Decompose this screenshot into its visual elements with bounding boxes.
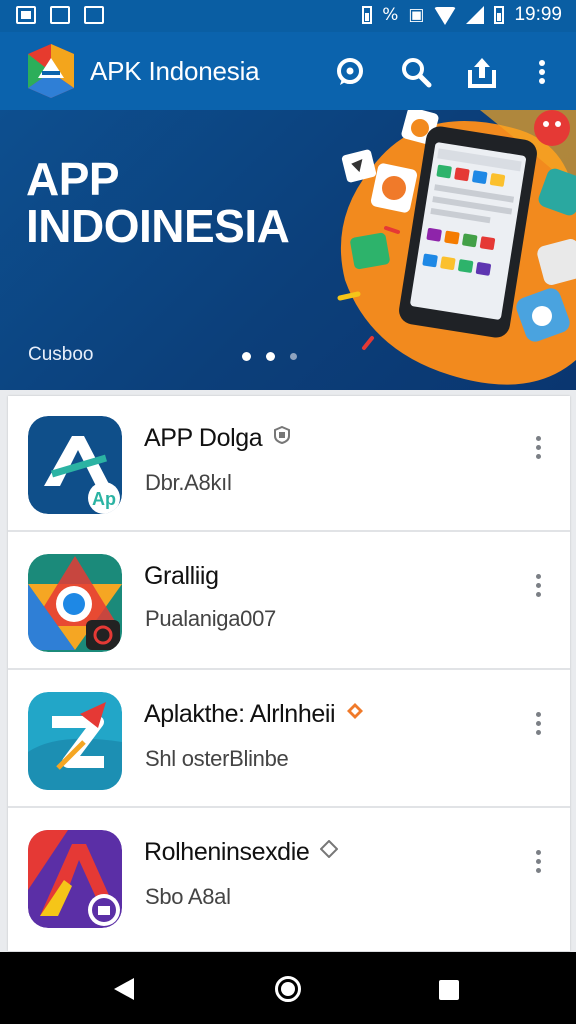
list-item[interactable]: Aplakthe: Alrlnheii Shl osterBlinbe — [8, 672, 570, 808]
app-name-text: Rolheninsexdie — [144, 838, 310, 866]
home-icon[interactable] — [275, 976, 301, 1002]
carousel-dot-1[interactable] — [242, 352, 251, 361]
banner-title-line1: APP — [26, 153, 120, 205]
app-icon: Ap — [28, 416, 122, 514]
more-vert-icon[interactable] — [526, 432, 550, 472]
list-item[interactable]: Gralliig Pualaniga007 — [8, 534, 570, 670]
app-name: Rolheninsexdie — [144, 838, 338, 867]
app-icon — [28, 692, 122, 790]
banner-caption: Cusboo — [28, 344, 94, 365]
app-name-text: Aplakthe: Alrlnheii — [144, 700, 336, 728]
status-bar: % ▣ 19:99 — [0, 0, 576, 32]
screen-notification-icon — [84, 6, 104, 24]
system-nav-bar — [0, 952, 576, 1024]
share-icon[interactable] — [462, 52, 502, 92]
app-subtitle: Shl osterBlinbe — [145, 746, 289, 771]
svg-text:Ap: Ap — [92, 489, 116, 509]
more-vert-icon[interactable] — [526, 846, 550, 886]
diamond-outline-badge-icon — [319, 840, 338, 858]
app-bar: APK Indonesia — [0, 32, 576, 110]
sim-icon — [362, 6, 373, 24]
notification-icons — [16, 6, 104, 24]
camera-notification-icon — [50, 6, 70, 24]
image-notification-icon — [16, 6, 36, 24]
back-icon[interactable] — [114, 978, 134, 1000]
app-title: APK Indonesia — [90, 56, 260, 86]
more-vert-icon[interactable] — [522, 52, 562, 92]
banner-title: APP INDOINESIA — [26, 153, 290, 252]
battery-icon — [494, 6, 505, 24]
apk-indonesia-logo — [28, 44, 74, 98]
phone-illustration — [337, 110, 576, 385]
more-vert-icon[interactable] — [526, 570, 550, 610]
list-item[interactable]: Ap APP Dolga Dbr.A8kıl — [8, 396, 570, 532]
chat-icon[interactable] — [330, 52, 370, 92]
promo-banner[interactable]: APP INDOINESIA Cusboo — [0, 110, 576, 390]
app-name: Gralliig — [144, 562, 219, 590]
app-name: Aplakthe: Alrlnheii — [144, 700, 364, 729]
screen: % ▣ 19:99 APK Indonesia APP INDOINESIA C… — [0, 0, 576, 1024]
app-name: APP Dolga — [144, 424, 291, 453]
percent-icon: % — [382, 5, 399, 25]
search-icon[interactable] — [396, 52, 436, 92]
app-subtitle: Dbr.A8kıl — [145, 470, 232, 495]
system-status: % ▣ 19:99 — [362, 4, 562, 26]
carousel-dot-3[interactable] — [290, 353, 297, 360]
carousel-indicator[interactable] — [242, 352, 297, 361]
app-list: Ap APP Dolga Dbr.A8kıl Gralliig Pualanig… — [8, 396, 570, 951]
wifi-icon — [434, 7, 457, 25]
app-subtitle: Sbo A8al — [145, 884, 231, 909]
recent-apps-icon[interactable] — [439, 980, 459, 1000]
cell-signal-icon — [466, 6, 485, 24]
app-subtitle: Pualaniga007 — [145, 606, 276, 631]
app-name-text: APP Dolga — [144, 424, 263, 452]
carousel-dot-2[interactable] — [266, 352, 275, 361]
app-icon — [28, 830, 122, 928]
clock: 19:99 — [514, 4, 562, 25]
diamond-badge-icon — [346, 703, 363, 719]
list-item[interactable]: Rolheninsexdie Sbo A8al — [8, 810, 570, 946]
more-vert-icon[interactable] — [526, 708, 550, 748]
banner-title-line2: INDOINESIA — [26, 199, 290, 252]
vibrate-icon: ▣ — [408, 5, 425, 25]
app-icon — [28, 554, 122, 652]
shield-badge-icon — [273, 426, 290, 444]
